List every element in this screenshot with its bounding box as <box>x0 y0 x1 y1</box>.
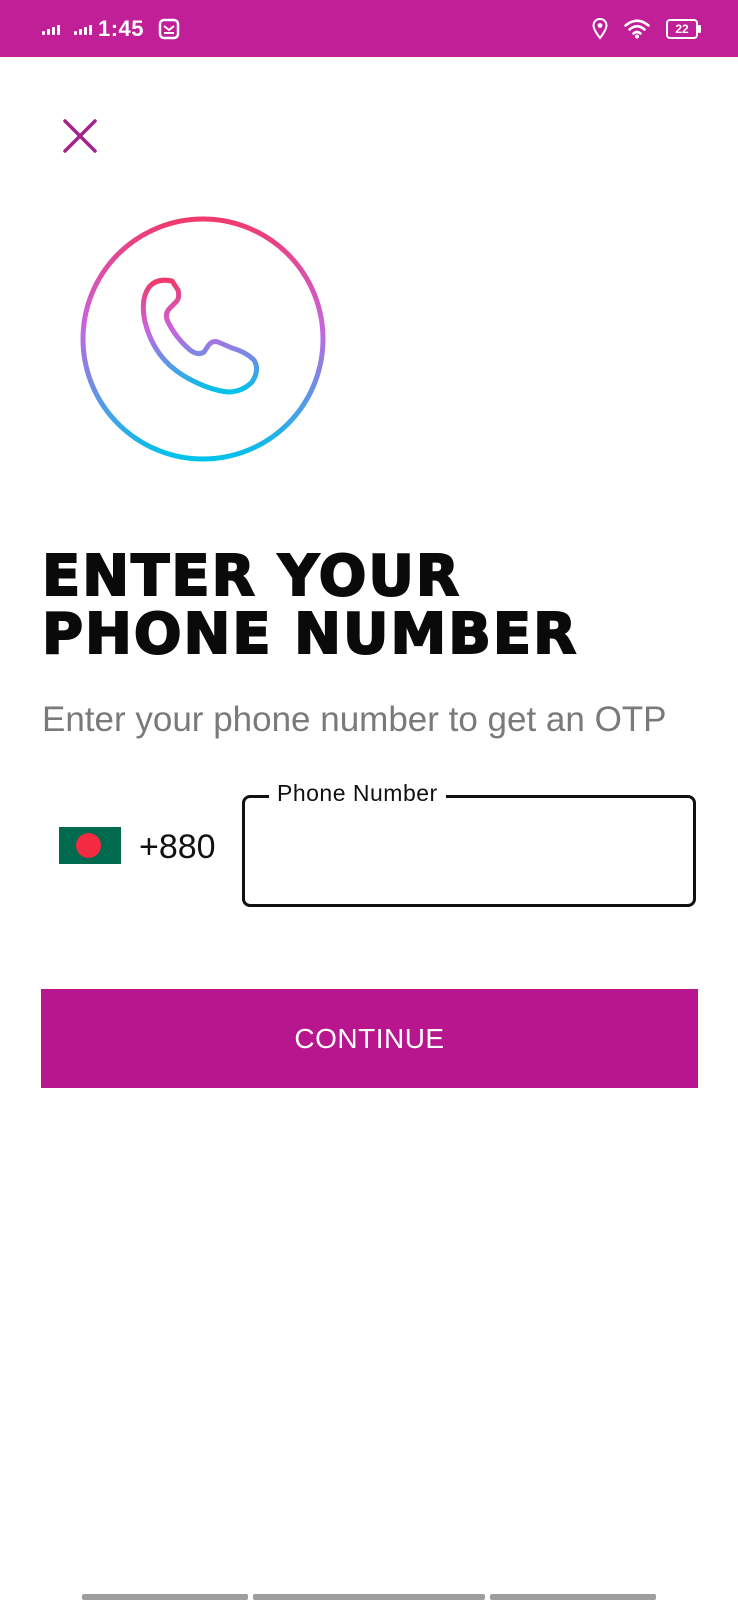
country-code[interactable]: +880 <box>139 828 216 867</box>
signal-icon <box>74 23 92 35</box>
location-icon <box>592 18 608 40</box>
wifi-icon <box>624 19 650 39</box>
gesture-bar <box>0 1594 738 1600</box>
bangladesh-flag-icon[interactable] <box>59 827 121 864</box>
page-title: ENTER YOUR PHONE NUMBER <box>41 544 579 667</box>
phone-icon <box>80 216 326 462</box>
phone-number-input[interactable] <box>267 820 671 882</box>
continue-button[interactable]: CONTINUE <box>41 989 698 1088</box>
phone-number-field[interactable]: Phone Number <box>242 780 696 907</box>
close-button[interactable] <box>56 112 104 160</box>
status-bar-left: 1:45 <box>42 15 180 43</box>
battery-level: 22 <box>675 22 689 36</box>
battery-icon: 22 <box>666 19 701 39</box>
page-subtitle: Enter your phone number to get an OTP <box>42 700 667 739</box>
close-icon <box>63 119 97 153</box>
status-bar-right: 22 <box>592 15 701 43</box>
signal-icon <box>42 23 60 35</box>
status-bar: 1:45 22 <box>0 0 738 57</box>
mail-notification-icon <box>158 18 180 40</box>
phone-number-label: Phone Number <box>269 780 446 807</box>
status-time: 1:45 <box>98 16 145 41</box>
